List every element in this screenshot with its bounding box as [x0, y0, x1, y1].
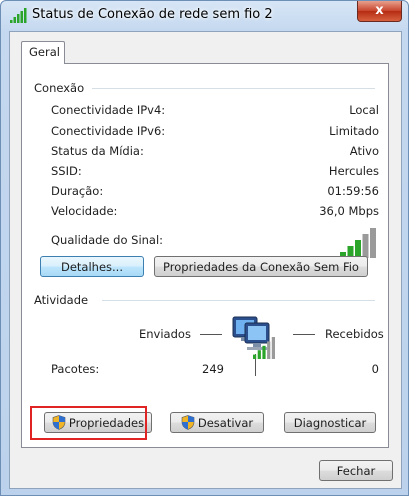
ipv4-label: Conectividade IPv4:: [51, 103, 166, 117]
close-button[interactable]: Fechar: [319, 460, 393, 481]
wireless-properties-label: Propriedades da Conexão Sem Fio: [163, 259, 359, 274]
received-line: [293, 334, 315, 335]
close-button-label: Fechar: [336, 463, 376, 478]
details-button[interactable]: Detalhes...: [40, 256, 144, 277]
connection-header: Conexão: [34, 81, 93, 95]
received-label: Recebidos: [325, 327, 384, 341]
signal-bar: [262, 345, 266, 359]
close-window-button[interactable]: x: [357, 1, 402, 22]
packets-sent-value: 249: [202, 362, 224, 376]
row-media-status: Status da Mídia: Ativo: [51, 144, 379, 160]
row-ssid: SSID: Hercules: [51, 164, 379, 180]
signal-bar: [271, 337, 275, 359]
speed-label: Velocidade:: [51, 204, 118, 218]
packets-label: Pacotes:: [51, 362, 100, 376]
ipv4-value: Local: [349, 103, 379, 117]
activity-signal-icon: [253, 337, 275, 359]
disable-button[interactable]: Desativar: [170, 412, 264, 433]
row-duration: Duração: 01:59:56: [51, 184, 379, 200]
duration-value: 01:59:56: [327, 184, 379, 198]
duration-label: Duração:: [51, 184, 104, 198]
signal-bar: [362, 234, 369, 258]
general-panel: Conexão Conectividade IPv4: Local Conect…: [21, 63, 389, 448]
ssid-label: SSID:: [51, 164, 82, 178]
activity-header: Atividade: [34, 293, 97, 307]
details-button-label: Detalhes...: [60, 259, 123, 274]
diagnose-button-label: Diagnosticar: [293, 415, 367, 430]
signal-bar: [267, 341, 271, 359]
media-status-value: Ativo: [349, 144, 379, 158]
disable-button-label: Desativar: [197, 415, 254, 430]
title-bar[interactable]: Status de Conexão de rede sem fio 2 x: [1, 1, 408, 31]
row-ipv4: Conectividade IPv4: Local: [51, 103, 379, 119]
ipv6-value: Limitado: [329, 124, 379, 138]
signal-bar: [370, 228, 376, 258]
signal-strength-icon: [340, 228, 376, 258]
wireless-signal-icon: [10, 8, 27, 23]
packets-received-value: 0: [371, 362, 379, 376]
ipv6-label: Conectividade IPv6:: [51, 124, 166, 138]
row-speed: Velocidade: 36,0 Mbps: [51, 204, 379, 220]
signal-bar: [257, 350, 261, 359]
tab-label: Geral: [29, 45, 60, 59]
wireless-properties-button[interactable]: Propriedades da Conexão Sem Fio: [154, 256, 368, 277]
media-status-label: Status da Mídia:: [51, 144, 144, 158]
window-title: Status de Conexão de rede sem fio 2: [32, 7, 273, 22]
activity-divider: [102, 300, 375, 301]
close-icon: x: [375, 3, 384, 18]
sent-label: Enviados: [139, 327, 191, 341]
diagnose-button[interactable]: Diagnosticar: [284, 412, 376, 433]
connection-divider: [92, 88, 375, 89]
ssid-value: Hercules: [328, 164, 379, 178]
tab-geral[interactable]: Geral: [21, 41, 65, 64]
row-ipv6: Conectividade IPv6: Limitado: [51, 124, 379, 140]
highlight-box: [30, 406, 147, 440]
sent-line: [200, 334, 222, 335]
signal-bar: [253, 354, 257, 359]
uac-shield-icon: [181, 415, 195, 430]
signal-quality-label: Qualidade do Sinal:: [51, 233, 164, 247]
speed-value: 36,0 Mbps: [319, 204, 379, 218]
status-window: Status de Conexão de rede sem fio 2 x Ge…: [0, 0, 409, 496]
row-signal-quality: Qualidade do Sinal:: [51, 233, 379, 249]
